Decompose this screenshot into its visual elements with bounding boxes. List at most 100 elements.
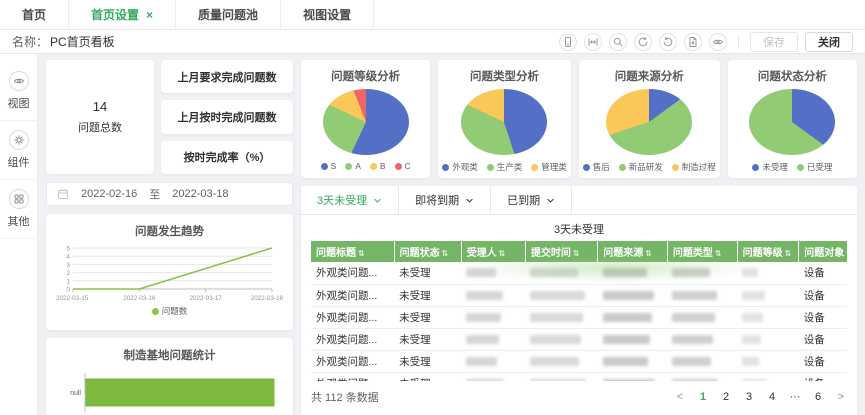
undo-button[interactable]	[659, 33, 677, 51]
legend-item[interactable]: 售后	[583, 161, 610, 173]
legend-item[interactable]: C	[395, 161, 411, 171]
base-bar-chart[interactable]: 02468null	[55, 367, 284, 415]
redacted-value	[742, 268, 758, 277]
export-button[interactable]	[684, 33, 702, 51]
date-range-picker[interactable]: 2022-02-16 至 2022-03-18	[46, 182, 293, 206]
sidebar-item-views[interactable]: 视图	[0, 62, 37, 121]
legend-label: B	[380, 161, 386, 171]
redacted-value	[466, 335, 499, 344]
trend-line-chart[interactable]: 0123452022-03-152022-03-162022-03-172022…	[55, 243, 284, 303]
total-issues-card[interactable]: 14 问题总数	[46, 60, 154, 174]
table-row[interactable]: 外观类问题...未受理设备	[311, 284, 847, 306]
redo-button[interactable]	[634, 33, 652, 51]
column-header[interactable]: 问题标题⇅	[311, 241, 394, 262]
bar-chart-title: 制造基地问题统计	[124, 347, 216, 363]
column-header[interactable]: 问题类型⇅	[667, 241, 737, 262]
sort-icon[interactable]: ⇅	[846, 249, 847, 258]
table-row[interactable]: 外观类问题...未受理设备	[311, 306, 847, 328]
sort-icon[interactable]: ⇅	[715, 249, 722, 258]
column-header[interactable]: 受理人⇅	[461, 241, 525, 262]
pie-chart-source[interactable]	[606, 89, 692, 155]
page-button[interactable]: 1	[697, 391, 709, 403]
sort-icon[interactable]: ⇅	[645, 249, 652, 258]
mobile-icon	[562, 36, 574, 48]
sort-icon[interactable]: ⇅	[358, 249, 365, 258]
column-header[interactable]: 问题状态⇅	[394, 241, 461, 262]
sort-icon[interactable]: ⇅	[573, 249, 580, 258]
sidebar-item-components[interactable]: 组件	[0, 121, 37, 180]
table-cell	[525, 262, 597, 284]
tab-3days-unaccepted[interactable]: 3天未受理	[301, 186, 399, 214]
tab-home-settings[interactable]: 首页设置 ×	[69, 0, 176, 29]
apps-grid-icon	[9, 189, 29, 209]
next-page-button[interactable]: >	[835, 391, 847, 403]
sort-icon[interactable]: ⇅	[499, 249, 506, 258]
legend-item[interactable]: 问题数	[152, 305, 188, 317]
mobile-preview-button[interactable]	[559, 33, 577, 51]
close-button[interactable]: 关闭	[805, 32, 853, 52]
stat-card-ontime[interactable]: 上月按时完成问题数	[161, 100, 293, 133]
dashboard-name: PC首页看板	[50, 33, 115, 50]
table-scroll-area[interactable]: 问题标题⇅问题状态⇅受理人⇅提交时间⇅问题来源⇅问题类型⇅问题等级⇅问题对象⇅ …	[311, 241, 847, 381]
table-cell: 外观类问题...	[311, 328, 394, 350]
legend-item[interactable]: S	[321, 161, 337, 171]
table-cell	[737, 262, 799, 284]
svg-text:2022-03-15: 2022-03-15	[56, 295, 89, 302]
table-row[interactable]: 外观类问题...未受理设备	[311, 372, 847, 381]
legend-label: S	[331, 161, 337, 171]
column-header[interactable]: 问题对象⇅	[799, 241, 847, 262]
table-row[interactable]: 外观类问题...未受理设备	[311, 262, 847, 284]
tab-due-soon[interactable]: 即将到期	[399, 186, 491, 214]
page-button[interactable]: 2	[720, 391, 732, 403]
redacted-value	[530, 313, 583, 322]
sort-icon[interactable]: ⇅	[785, 249, 792, 258]
page-button[interactable]: 4	[766, 391, 778, 403]
tab-quality-pool[interactable]: 质量问题池	[176, 0, 281, 29]
close-tab-icon[interactable]: ×	[146, 9, 153, 21]
tab-overdue[interactable]: 已到期	[491, 186, 572, 214]
legend-label: 外观类	[452, 161, 478, 173]
page-ellipsis[interactable]: ···	[789, 391, 801, 403]
sidebar-item-label: 其他	[8, 213, 30, 229]
svg-text:null: null	[70, 390, 81, 397]
table-row[interactable]: 外观类问题...未受理设备	[311, 328, 847, 350]
legend-item[interactable]: A	[345, 161, 361, 171]
tab-home[interactable]: 首页	[0, 0, 69, 29]
column-header[interactable]: 问题等级⇅	[737, 241, 799, 262]
legend-item[interactable]: 未受理	[752, 161, 788, 173]
pie-chart-status[interactable]	[749, 89, 835, 155]
sidebar-item-other[interactable]: 其他	[0, 180, 37, 239]
pie-chart-level[interactable]	[323, 89, 409, 155]
save-button[interactable]: 保存	[750, 32, 798, 52]
legend-item[interactable]: 生产类	[487, 161, 523, 173]
toolbar: 保存 关闭	[559, 32, 853, 52]
legend-item[interactable]: 新品研发	[619, 161, 663, 173]
legend-item[interactable]: B	[370, 161, 386, 171]
fit-width-button[interactable]	[584, 33, 602, 51]
legend-item[interactable]: 外观类	[442, 161, 478, 173]
page-button[interactable]: 6	[812, 391, 824, 403]
date-end: 2022-03-18	[172, 188, 228, 200]
page-button[interactable]: 3	[743, 391, 755, 403]
stat-card-required[interactable]: 上月要求完成问题数	[161, 60, 293, 93]
stat-card-rate[interactable]: 按时完成率（%）	[161, 141, 293, 174]
zoom-button[interactable]	[609, 33, 627, 51]
legend-item[interactable]: 制造过程	[672, 161, 716, 173]
table-row[interactable]: 外观类问题...未受理设备	[311, 350, 847, 372]
sort-icon[interactable]: ⇅	[442, 249, 449, 258]
prev-page-button[interactable]: <	[674, 391, 686, 403]
preview-button[interactable]	[709, 33, 727, 51]
tab-label: 即将到期	[415, 192, 459, 208]
column-header[interactable]: 问题来源⇅	[598, 241, 668, 262]
column-header[interactable]: 提交时间⇅	[525, 241, 597, 262]
table-cell	[461, 306, 525, 328]
pie-title: 问题来源分析	[615, 68, 684, 84]
tab-label: 视图设置	[303, 6, 351, 23]
legend-item[interactable]: 已受理	[797, 161, 833, 173]
table-cell: 未受理	[394, 328, 461, 350]
pie-chart-type[interactable]	[461, 89, 547, 155]
tab-view-settings[interactable]: 视图设置	[281, 0, 374, 29]
column-label: 问题类型	[673, 248, 713, 259]
legend-item[interactable]: 管理类	[531, 161, 567, 173]
legend-dot	[442, 164, 449, 171]
